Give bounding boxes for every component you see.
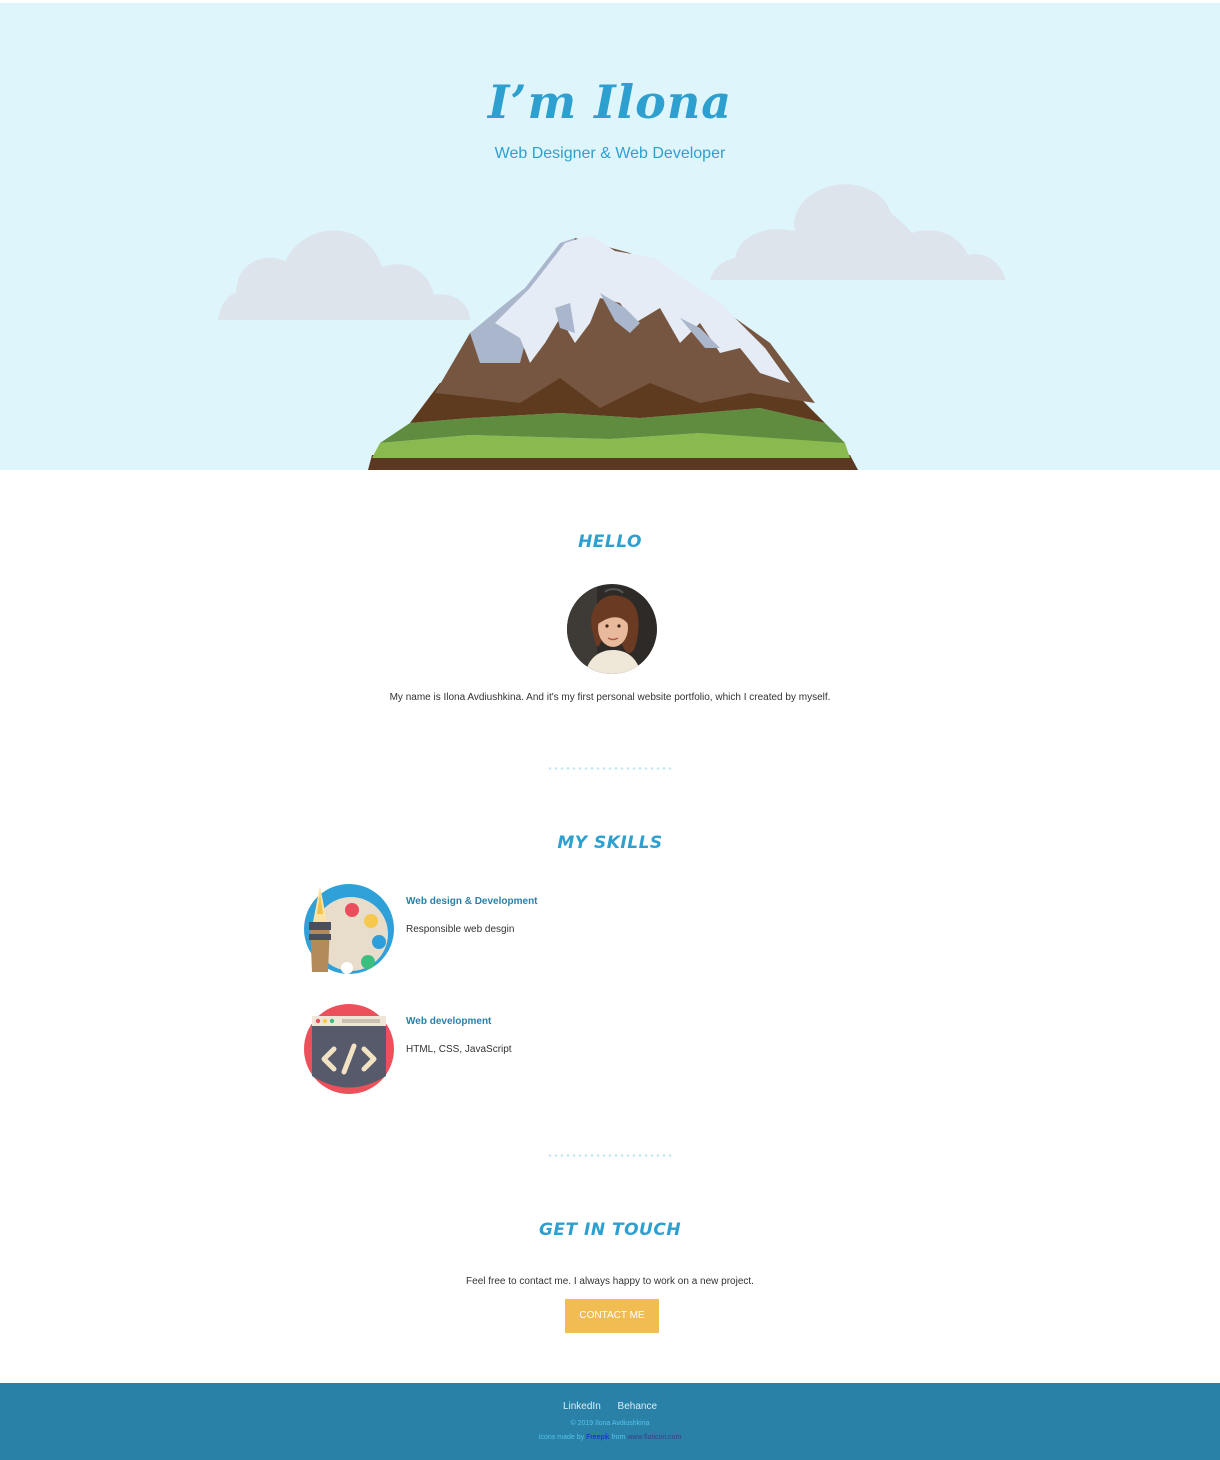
behance-link[interactable]: Behance	[618, 1401, 657, 1412]
icon-credit: Icons made by Freepik from www.flaticon.…	[0, 1434, 1220, 1441]
freepik-link[interactable]: Freepik	[586, 1434, 609, 1441]
hero-banner: I’m Ilona Web Designer & Web Developer	[0, 3, 1220, 470]
linkedin-link[interactable]: LinkedIn	[563, 1401, 601, 1412]
code-window-icon	[304, 1004, 394, 1094]
hero-title: I’m Ilona	[487, 75, 733, 129]
palette-icon	[304, 884, 394, 974]
avatar-photo	[567, 584, 657, 674]
skill-name: Web design & Development	[406, 896, 538, 907]
copyright-text: © 2019 Ilona Avdiushkina	[570, 1420, 650, 1427]
cloud-left	[218, 230, 470, 320]
skill-name: Web development	[406, 1016, 492, 1027]
cloud-right	[710, 184, 1006, 280]
skills-title: MY SKILLS	[557, 833, 663, 853]
intro-text: My name is Ilona Avdiushkina. And it's m…	[389, 692, 831, 703]
contact-me-button[interactable]: CONTACT ME	[565, 1299, 659, 1333]
skill-item: Web development HTML, CSS, JavaScript	[304, 1004, 724, 1094]
footer: LinkedIn Behance © 2019 Ilona Avdiushkin…	[0, 1383, 1220, 1460]
contact-title: GET IN TOUCH	[538, 1220, 682, 1240]
credit-prefix: Icons made by	[538, 1434, 585, 1441]
credit-mid: from	[611, 1434, 626, 1441]
flaticon-link[interactable]: www.flaticon.com	[627, 1434, 681, 1441]
skill-description: Responsible web desgin	[406, 924, 515, 935]
divider-dotted	[547, 1154, 673, 1157]
skill-description: HTML, CSS, JavaScript	[406, 1044, 512, 1055]
divider-dotted	[547, 767, 673, 770]
mountain-illustration	[218, 184, 1006, 470]
avatar	[567, 584, 657, 674]
hero-subtitle: Web Designer & Web Developer	[494, 145, 726, 162]
skill-item: Web design & Development Responsible web…	[304, 884, 724, 974]
contact-text: Feel free to contact me. I always happy …	[466, 1276, 754, 1287]
footer-links: LinkedIn Behance	[0, 1401, 1220, 1412]
hello-title: HELLO	[578, 532, 642, 552]
